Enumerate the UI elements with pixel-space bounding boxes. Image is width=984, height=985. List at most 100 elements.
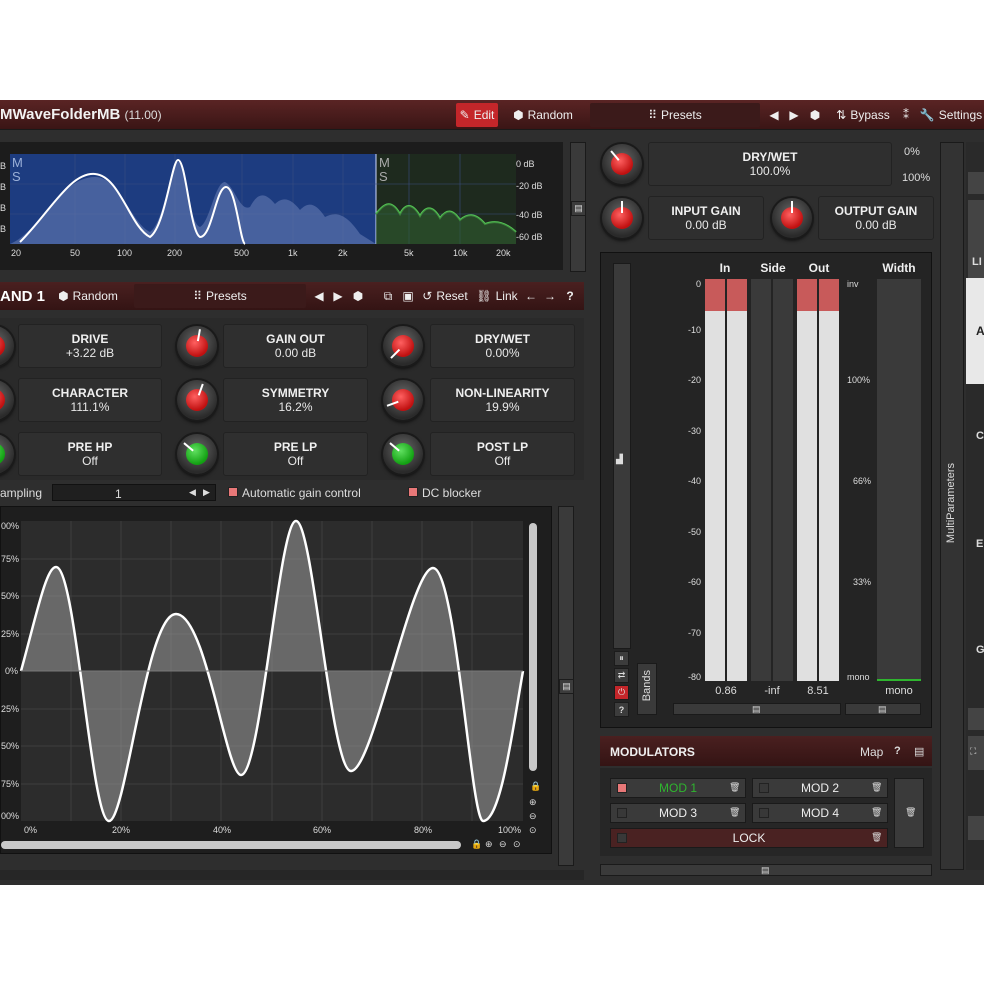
spectrum-side-scroll[interactable]: ▤	[570, 142, 586, 272]
macro-top-button[interactable]	[968, 172, 984, 194]
input-gain-param[interactable]: INPUT GAIN 0.00 dB	[648, 196, 764, 240]
character-param[interactable]: CHARACTER 111.1%	[18, 378, 162, 422]
lock-slot[interactable]: LOCK 🗑	[610, 828, 888, 848]
band-random-preset-button[interactable]: ⬢	[350, 284, 366, 308]
lock-checkbox[interactable]	[617, 833, 627, 843]
expand-icon[interactable]: ▤	[559, 679, 574, 694]
trash-icon[interactable]: 🗑	[729, 782, 740, 793]
band-prev-button[interactable]: ◀	[312, 284, 326, 308]
reset-button[interactable]: ↺ Reset	[420, 284, 470, 308]
h-zoom-out-icon[interactable]: ⊖	[499, 839, 507, 850]
bypass-button[interactable]: ⇅ Bypass	[832, 103, 894, 127]
map-button[interactable]: Map	[860, 745, 883, 759]
delete-all-modulators-button[interactable]: 🗑	[894, 778, 924, 848]
pre-hp-knob[interactable]	[0, 434, 14, 474]
global-drywet-knob[interactable]	[602, 144, 642, 184]
input-gain-knob[interactable]	[602, 198, 642, 238]
non-linearity-knob[interactable]	[383, 380, 423, 420]
expand-icon[interactable]: ▤	[571, 201, 586, 216]
power-button[interactable]: ⏻	[614, 685, 629, 700]
h-zoom-in-icon[interactable]: ⊕	[485, 839, 493, 850]
lock-icon[interactable]: 🔒	[530, 781, 541, 792]
trash-icon[interactable]: 🗑	[729, 807, 740, 818]
zoom-out-icon[interactable]: ⊖	[529, 811, 537, 822]
random-button[interactable]: ⬢ Random	[508, 103, 578, 127]
non-linearity-param[interactable]: NON-LINEARITY 19.9%	[430, 378, 575, 422]
band-presets-button[interactable]: ⠿ Presets	[134, 284, 306, 308]
global-drywet-param[interactable]: DRY/WET 100.0%	[648, 142, 892, 186]
link-button[interactable]: ⛓ Link	[476, 284, 518, 308]
waveform-panel[interactable]: 00% 75% 50% 25% 0% 25% 50% 75% 00% 0% 20…	[0, 506, 552, 854]
mod-1-slot[interactable]: MOD 1 🗑	[610, 778, 746, 798]
multiparameters-toggle[interactable]: MultiParameters	[940, 142, 964, 870]
presets-button[interactable]: ⠿ Presets	[590, 103, 760, 127]
next-preset-button[interactable]: ▶	[786, 103, 802, 127]
mod-3-checkbox[interactable]	[617, 808, 627, 818]
mod-1-checkbox[interactable]	[617, 783, 627, 793]
band-next-button[interactable]: ▶	[331, 284, 345, 308]
drive-param[interactable]: DRIVE +3.22 dB	[18, 324, 162, 368]
output-gain-knob[interactable]	[772, 198, 812, 238]
band-slider-track[interactable]: ▟	[613, 263, 631, 649]
macro-bottom-button[interactable]	[968, 708, 984, 730]
mod-2-slot[interactable]: MOD 2 🗑	[752, 778, 888, 798]
edit-button[interactable]: ✎ Edit	[456, 103, 498, 127]
link-bands-button[interactable]: ⇄	[614, 668, 629, 683]
band-drywet-knob[interactable]	[383, 326, 423, 366]
trash-icon[interactable]: 🗑	[871, 832, 882, 843]
post-lp-knob[interactable]	[383, 434, 423, 474]
pre-hp-param[interactable]: PRE HP Off	[18, 432, 162, 476]
settings-button[interactable]: 🔧 Settings	[918, 103, 984, 127]
mod-3-slot[interactable]: MOD 3 🗑	[610, 803, 746, 823]
h-lock-icon[interactable]: 🔒	[471, 839, 482, 850]
copy-button[interactable]: ⧉	[380, 284, 396, 308]
modulators-collapse-bar[interactable]: ▤	[600, 864, 932, 876]
mod-2-checkbox[interactable]	[759, 783, 769, 793]
prev-preset-button[interactable]: ◀	[766, 103, 782, 127]
meters-help-button[interactable]: ?	[614, 702, 629, 717]
pre-lp-param[interactable]: PRE LP Off	[223, 432, 368, 476]
arrow-left-icon[interactable]: ◀	[189, 487, 196, 498]
macro-extra-button[interactable]	[968, 816, 984, 840]
h-zoom-reset-icon[interactable]: ⊙	[513, 839, 521, 850]
vertical-scrollbar[interactable]	[529, 523, 537, 771]
oversampling-select[interactable]: 1 ◀ ▶	[52, 484, 216, 501]
symmetry-param[interactable]: SYMMETRY 16.2%	[223, 378, 368, 422]
trash-icon[interactable]: 🗑	[871, 807, 882, 818]
redo-button[interactable]: →	[543, 284, 557, 308]
gain-out-param[interactable]: GAIN OUT 0.00 dB	[223, 324, 368, 368]
dc-blocker-checkbox[interactable]	[408, 487, 418, 497]
mod-4-checkbox[interactable]	[759, 808, 769, 818]
band-random-button[interactable]: ⬢ Random	[52, 284, 124, 308]
pause-button[interactable]: ⏸	[614, 651, 629, 666]
paste-button[interactable]: ▣	[400, 284, 416, 308]
arrow-right-icon[interactable]: ▶	[203, 487, 210, 498]
band-spectrum-panel[interactable]: MS MS BB BB 0 dB -20 dB -40 dB -60 dB 20…	[0, 142, 563, 270]
zoom-in-icon[interactable]: ⊕	[529, 797, 537, 808]
mod-4-slot[interactable]: MOD 4 🗑	[752, 803, 888, 823]
undo-button[interactable]: ←	[524, 284, 538, 308]
band-drywet-param[interactable]: DRY/WET 0.00%	[430, 324, 575, 368]
macro-expand-button[interactable]: ⛶	[968, 736, 984, 770]
modulators-help-button[interactable]: ?	[894, 745, 901, 757]
post-lp-param[interactable]: POST LP Off	[430, 432, 575, 476]
spectrum-graph[interactable]	[0, 142, 563, 270]
zoom-reset-icon[interactable]: ⊙	[529, 825, 537, 836]
drive-knob[interactable]	[0, 326, 14, 366]
modulators-menu-icon[interactable]: ▤	[914, 745, 924, 758]
random-preset-button[interactable]: ⬢	[806, 103, 824, 127]
width-collapse-bar[interactable]: ▤	[845, 703, 921, 715]
ab-compare-button[interactable]: ⁑	[898, 103, 914, 127]
output-gain-param[interactable]: OUTPUT GAIN 0.00 dB	[818, 196, 934, 240]
agc-checkbox[interactable]	[228, 487, 238, 497]
help-button[interactable]: ?	[563, 284, 577, 308]
pre-lp-knob[interactable]	[177, 434, 217, 474]
waveform-graph[interactable]	[1, 507, 553, 855]
horizontal-scrollbar[interactable]	[1, 841, 461, 849]
macro-active-panel[interactable]: A	[966, 278, 984, 384]
bands-button[interactable]: Bands	[637, 663, 657, 715]
trash-icon[interactable]: 🗑	[871, 782, 882, 793]
meter-collapse-bar[interactable]: ▤	[673, 703, 841, 715]
symmetry-knob[interactable]	[177, 380, 217, 420]
gain-out-knob[interactable]	[177, 326, 217, 366]
